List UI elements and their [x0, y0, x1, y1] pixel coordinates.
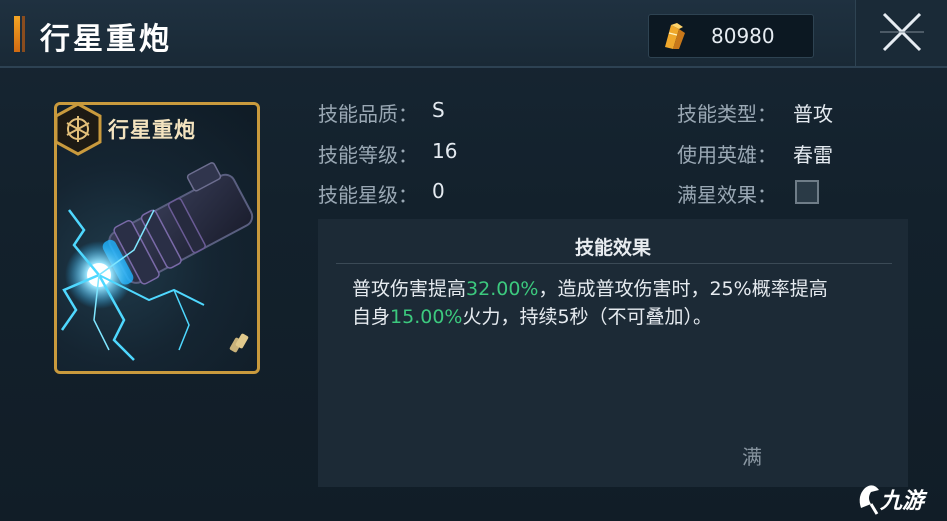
skill-emblem-icon [54, 102, 102, 156]
effect-text-part: 火力，持续5秒（不可叠加）。 [462, 306, 713, 328]
type-value: 普攻 [793, 102, 833, 126]
level-value: 16 [432, 139, 458, 163]
hero-value: 春雷 [793, 143, 833, 167]
quality-label: 技能品质： [318, 102, 418, 126]
fade-overlay [768, 424, 908, 484]
star-label: 技能星级： [318, 183, 418, 207]
effect-description: 普攻伤害提高32.00%，造成普攻伤害时，25%概率提高 自身15.00%火力，… [352, 275, 892, 331]
watermark-text: 九游 [880, 489, 925, 514]
effect-text-part: 自身 [352, 306, 391, 328]
page-title: 行星重炮 [40, 22, 172, 57]
effect-text-part: ，造成普攻伤害时，25%概率提高 [538, 278, 828, 300]
close-icon [880, 12, 924, 52]
hero-label: 使用英雄： [677, 143, 777, 167]
currency-amount: 80980 [711, 24, 775, 48]
divider [336, 263, 892, 264]
fullstar-effect-preview: 满 [742, 445, 762, 469]
level-label: 技能等级： [318, 143, 418, 167]
currency-display[interactable]: 80980 [648, 14, 814, 58]
heavy-cannon-illustration [60, 162, 254, 361]
header-bar: 行星重炮 80980 [0, 0, 947, 68]
fullstar-checkbox[interactable] [795, 180, 819, 204]
effect-highlight: 15.00% [390, 306, 463, 328]
skill-detail-window: 行星重炮 80980 行星重炮 技能品质： S 技能等级： 16 技能星级： 0… [0, 0, 947, 521]
quality-value: S [432, 98, 445, 122]
close-button[interactable] [855, 0, 947, 66]
star-value: 0 [432, 179, 445, 203]
title-accent-secondary [22, 16, 25, 52]
type-label: 技能类型： [677, 102, 777, 126]
card-title: 行星重炮 [108, 117, 196, 142]
effect-text-part: 普攻伤害提高 [352, 278, 467, 300]
skill-effect-panel: 技能效果 普攻伤害提高32.00%，造成普攻伤害时，25%概率提高 自身15.0… [318, 219, 908, 487]
fullstar-label: 满星效果： [677, 183, 777, 207]
effect-title: 技能效果 [574, 237, 651, 259]
effect-highlight: 32.00% [466, 278, 539, 300]
title-accent [14, 16, 20, 52]
crystal-icon [665, 23, 685, 49]
ammo-icon [229, 333, 249, 353]
